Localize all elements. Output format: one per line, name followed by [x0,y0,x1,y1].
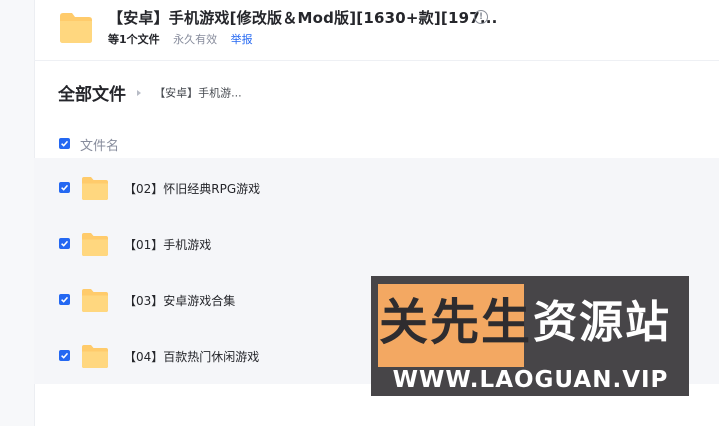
check-icon [61,296,69,303]
watermark: 关先生 资源站 WWW.LAOGUAN.VIP [371,276,689,396]
folder-icon [60,13,92,43]
row-checkbox[interactable] [59,182,70,193]
row-checkbox[interactable] [59,294,70,305]
folder-icon [82,233,108,256]
list-item[interactable]: 【01】手机游戏 [34,216,719,272]
select-all-checkbox[interactable] [59,138,70,149]
list-item[interactable]: 【02】怀旧经典RPG游戏 [34,160,719,216]
share-title: 【安卓】手机游戏[修改版＆Mod版][1630+款][197... [108,9,498,27]
check-icon [61,352,69,359]
breadcrumb: 全部文件 【安卓】手机游... [58,80,242,105]
breadcrumb-root[interactable]: 全部文件 [58,85,126,105]
folder-icon [82,345,108,368]
watermark-text-left: 关先生 [379,294,533,351]
divider [34,60,719,61]
file-name[interactable]: 【04】百款热门休闲游戏 [124,348,259,365]
check-icon [61,240,69,247]
file-name[interactable]: 【03】安卓游戏合集 [124,292,235,309]
info-circle-icon[interactable]: ! [474,10,488,24]
check-icon [61,184,69,191]
column-header: 文件名 [34,128,719,158]
breadcrumb-current: 【安卓】手机游... [154,86,242,100]
share-meta: 等1个文件 永久有效 举报 [108,31,253,47]
folder-icon [82,177,108,200]
row-checkbox[interactable] [59,238,70,249]
share-header: 【安卓】手机游戏[修改版＆Mod版][1630+款][197... ! 等1个文… [58,6,708,52]
file-name[interactable]: 【01】手机游戏 [124,236,211,253]
watermark-url: WWW.LAOGUAN.VIP [392,367,669,393]
file-count: 等1个文件 [108,33,160,46]
folder-icon [82,289,108,312]
column-name-label: 文件名 [80,139,120,154]
validity-text: 永久有效 [173,33,218,46]
left-rail [0,0,35,426]
watermark-text-right: 资源站 [533,297,671,348]
report-link[interactable]: 举报 [231,33,253,46]
chevron-right-icon [137,89,142,96]
file-name[interactable]: 【02】怀旧经典RPG游戏 [124,180,260,197]
row-checkbox[interactable] [59,350,70,361]
check-icon [61,140,69,147]
